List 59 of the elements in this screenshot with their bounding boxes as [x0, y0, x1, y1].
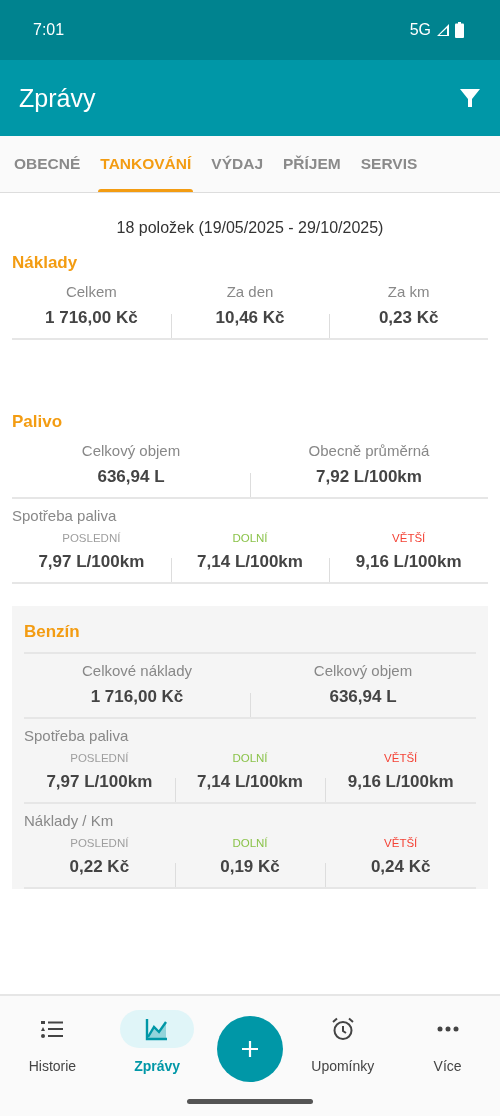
nav-item[interactable]: Upomínky	[297, 1010, 388, 1074]
tab[interactable]: VÝDAJ	[201, 136, 273, 192]
stat-value: 7,14 L/100km	[197, 552, 303, 572]
stat-label: DOLNÍ	[232, 532, 268, 544]
alarm-icon	[330, 1017, 355, 1041]
network-label: 5G	[409, 21, 431, 39]
nav-item[interactable]: Historie	[7, 1010, 98, 1074]
plus-icon	[240, 1039, 260, 1059]
stat-label: VĚTŠÍ	[384, 837, 418, 849]
stat-label: POSLEDNÍ	[70, 837, 129, 849]
chart-icon	[145, 1017, 170, 1041]
group-label: Spotřeba paliva	[12, 507, 118, 524]
stat-value: 1 716,00 Kč	[45, 308, 138, 328]
tab[interactable]: SERVIS	[350, 136, 428, 192]
summary-text: 18 položek (19/05/2025 - 29/10/2025)	[115, 219, 385, 237]
stat-label: Za den	[226, 283, 274, 300]
stat-value: 636,94 L	[329, 687, 397, 707]
stat-value: 636,94 L	[97, 467, 165, 487]
filter-icon[interactable]	[459, 87, 481, 109]
nav-item[interactable]: Více	[402, 1010, 493, 1074]
clock: 7:01	[33, 21, 65, 39]
stat-value: 7,14 L/100km	[197, 772, 303, 792]
stat-value: 9,16 L/100km	[355, 552, 462, 572]
stat-value: 7,97 L/100km	[46, 772, 153, 792]
section-title: Náklady	[12, 252, 79, 274]
stat-value: 9,16 L/100km	[347, 772, 454, 792]
tab[interactable]: TANKOVÁNÍ	[90, 136, 202, 192]
group-label: Náklady / Km	[24, 812, 115, 829]
list-icon	[40, 1018, 65, 1040]
stat-label: Celkem	[65, 283, 117, 300]
screen-title: Zprávy	[19, 83, 96, 113]
section-title: Palivo	[12, 411, 64, 433]
stat-label: Za km	[387, 283, 430, 300]
stat-label: Celkové náklady	[81, 662, 193, 679]
stat-label: POSLEDNÍ	[62, 532, 121, 544]
nav-item[interactable]: Zprávy	[112, 1010, 203, 1074]
tab[interactable]: OBECNÉ	[4, 136, 91, 192]
stat-value: 7,97 L/100km	[38, 552, 145, 572]
stat-value: 0,19 Kč	[220, 857, 280, 877]
signal-icon	[436, 23, 450, 37]
stat-value: 10,46 Kč	[215, 308, 285, 328]
stat-label: VĚTŠÍ	[392, 532, 426, 544]
stat-value: 7,92 L/100km	[316, 467, 422, 487]
stat-label: Celkový objem	[313, 662, 413, 679]
stat-value: 0,22 Kč	[69, 857, 130, 877]
stat-value: 0,23 Kč	[378, 308, 439, 328]
stat-label: POSLEDNÍ	[70, 752, 129, 764]
stat-label: Obecně průměrná	[308, 442, 430, 459]
battery-icon	[455, 22, 464, 38]
stat-value: 1 716,00 Kč	[90, 687, 184, 707]
group-label: Spotřeba paliva	[24, 727, 130, 744]
section-title: Benzín	[24, 618, 476, 654]
tab[interactable]: PŘÍJEM	[273, 136, 351, 192]
stat-label: VĚTŠÍ	[384, 752, 418, 764]
stat-label: DOLNÍ	[232, 837, 268, 849]
stat-label: DOLNÍ	[232, 752, 268, 764]
more-icon	[436, 1026, 459, 1032]
stat-value: 0,24 Kč	[370, 857, 431, 877]
stat-label: Celkový objem	[81, 442, 181, 459]
